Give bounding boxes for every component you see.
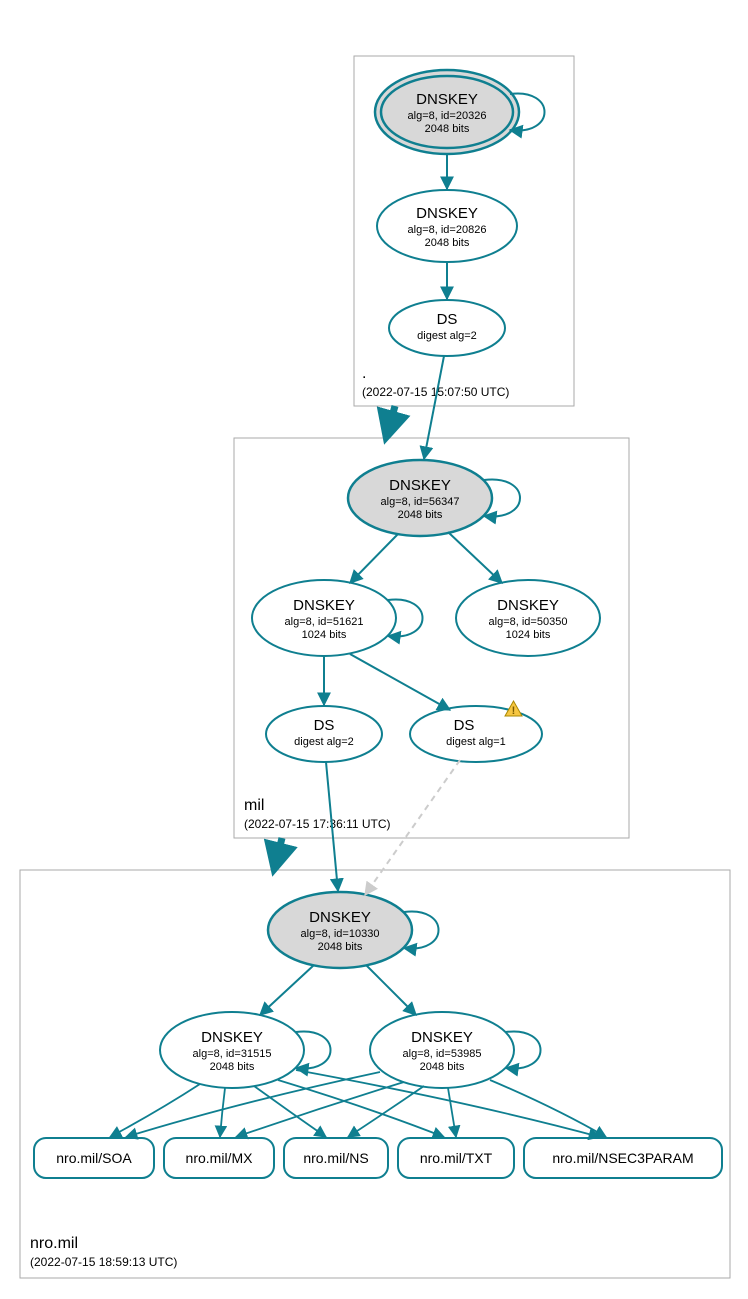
- mil-ds1-line2: digest alg=2: [294, 736, 354, 748]
- mil-ds1-title: DS: [314, 717, 335, 734]
- node-root-zsk: DNSKEY alg=8, id=20826 2048 bits: [377, 190, 517, 262]
- mil-ds2-line2: digest alg=1: [446, 736, 506, 748]
- mil-ksk-title: DNSKEY: [389, 477, 451, 494]
- nro-zsk1-line2: alg=8, id=31515: [193, 1048, 272, 1060]
- node-mil-zsk1: DNSKEY alg=8, id=51621 1024 bits: [252, 580, 396, 656]
- mil-zsk1-line3: 1024 bits: [302, 629, 347, 641]
- root-zsk-line3: 2048 bits: [425, 237, 470, 249]
- dnssec-graph: . (2022-07-15 15:07:50 UTC) DNSKEY alg=8…: [0, 0, 748, 1299]
- mil-ksk-line3: 2048 bits: [398, 509, 443, 521]
- root-ksk-line2: alg=8, id=20326: [408, 110, 487, 122]
- rrset-txt: nro.mil/TXT: [398, 1138, 514, 1178]
- rrset-soa-label: nro.mil/SOA: [56, 1150, 132, 1166]
- root-ds-line2: digest alg=2: [417, 330, 477, 342]
- nro-ksk-line2: alg=8, id=10330: [301, 928, 380, 940]
- zone-root-label: .: [362, 365, 366, 382]
- nro-ksk-title: DNSKEY: [309, 909, 371, 926]
- mil-zsk1-title: DNSKEY: [293, 597, 355, 614]
- zone-nro-label: nro.mil: [30, 1235, 78, 1252]
- zone-mil-label: mil: [244, 797, 264, 814]
- nro-zsk1-title: DNSKEY: [201, 1029, 263, 1046]
- rrset-ns-label: nro.mil/NS: [303, 1150, 368, 1166]
- node-mil-ds1: DS digest alg=2: [266, 706, 382, 762]
- node-mil-ksk: DNSKEY alg=8, id=56347 2048 bits: [348, 460, 492, 536]
- rrset-txt-label: nro.mil/TXT: [420, 1150, 493, 1166]
- root-ksk-line3: 2048 bits: [425, 123, 470, 135]
- node-mil-zsk2: DNSKEY alg=8, id=50350 1024 bits: [456, 580, 600, 656]
- mil-zsk1-line2: alg=8, id=51621: [285, 616, 364, 628]
- nro-zsk2-title: DNSKEY: [411, 1029, 473, 1046]
- mil-ds2-title: DS: [454, 717, 475, 734]
- rrset-soa: nro.mil/SOA: [34, 1138, 154, 1178]
- edge-root-to-mil-delegation: [386, 406, 395, 438]
- node-nro-ksk: DNSKEY alg=8, id=10330 2048 bits: [268, 892, 412, 968]
- mil-ksk-line2: alg=8, id=56347: [381, 496, 460, 508]
- zone-nro-timestamp: (2022-07-15 18:59:13 UTC): [30, 1255, 177, 1269]
- mil-zsk2-title: DNSKEY: [497, 597, 559, 614]
- rrset-mx-label: nro.mil/MX: [186, 1150, 254, 1166]
- mil-zsk2-line2: alg=8, id=50350: [489, 616, 568, 628]
- edge-mil-to-nro-delegation: [274, 838, 282, 870]
- root-zsk-line2: alg=8, id=20826: [408, 224, 487, 236]
- nro-ksk-line3: 2048 bits: [318, 941, 363, 953]
- nro-zsk1-line3: 2048 bits: [210, 1061, 255, 1073]
- root-ksk-title: DNSKEY: [416, 91, 478, 108]
- node-nro-zsk1: DNSKEY alg=8, id=31515 2048 bits: [160, 1012, 304, 1088]
- root-zsk-title: DNSKEY: [416, 205, 478, 222]
- node-nro-zsk2: DNSKEY alg=8, id=53985 2048 bits: [370, 1012, 514, 1088]
- nro-zsk2-line3: 2048 bits: [420, 1061, 465, 1073]
- node-root-ds: DS digest alg=2: [389, 300, 505, 356]
- rrset-ns: nro.mil/NS: [284, 1138, 388, 1178]
- rrset-mx: nro.mil/MX: [164, 1138, 274, 1178]
- rrset-nsec3: nro.mil/NSEC3PARAM: [524, 1138, 722, 1178]
- node-root-ksk: DNSKEY alg=8, id=20326 2048 bits: [375, 70, 519, 154]
- mil-zsk2-line3: 1024 bits: [506, 629, 551, 641]
- rrset-nsec3-label: nro.mil/NSEC3PARAM: [552, 1150, 693, 1166]
- nro-zsk2-line2: alg=8, id=53985: [403, 1048, 482, 1060]
- svg-text:!: !: [512, 705, 516, 717]
- root-ds-title: DS: [437, 311, 458, 328]
- zone-mil-timestamp: (2022-07-15 17:36:11 UTC): [244, 817, 391, 831]
